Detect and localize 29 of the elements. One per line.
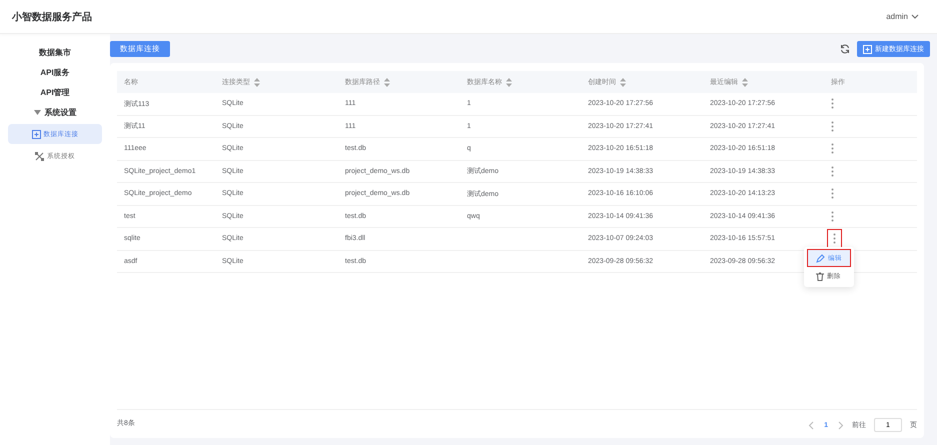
sidebar-item[interactable]: API管理	[8, 82, 102, 102]
previous-page-icon[interactable]	[808, 420, 814, 430]
next-page-icon[interactable]	[838, 420, 844, 430]
more-icon	[833, 233, 836, 244]
sort-icon	[254, 78, 260, 86]
plug-icon	[32, 130, 40, 138]
more-icon	[831, 188, 834, 200]
sort-icon	[506, 78, 512, 86]
caret-icon	[911, 14, 919, 20]
more-icon	[831, 143, 834, 154]
app-title: 小智数据服务产品	[12, 10, 92, 24]
sort-icon	[384, 78, 390, 86]
caret-icon	[34, 110, 40, 114]
refresh-icon[interactable]	[840, 44, 850, 54]
trash-icon	[816, 272, 824, 281]
sort-icon	[742, 78, 748, 86]
more-icon	[831, 210, 834, 222]
more-actions-button[interactable]	[828, 230, 841, 248]
more-icon	[831, 120, 834, 132]
user-menu[interactable]: admin	[880, 11, 925, 22]
sidebar-item[interactable]: 数据集市	[8, 42, 102, 62]
network-icon	[35, 152, 44, 160]
sidebar-item[interactable]: 系统设置	[8, 102, 102, 122]
more-icon	[831, 98, 834, 110]
sidebar-item[interactable]: API服务	[8, 62, 102, 82]
sort-icon	[620, 78, 626, 86]
pencil-icon	[816, 254, 825, 263]
more-icon	[831, 166, 834, 177]
plus-icon	[863, 44, 872, 54]
